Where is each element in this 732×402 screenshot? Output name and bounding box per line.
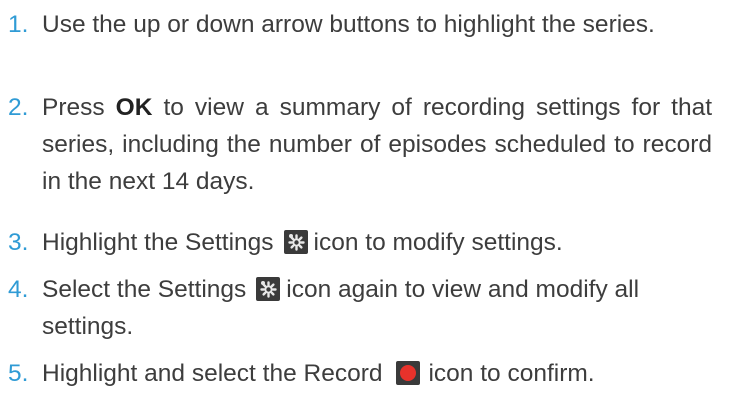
step-3: 3. Highlight the Settings icon to modify … (0, 224, 712, 261)
record-icon (396, 361, 421, 385)
step-number: 1. (8, 11, 29, 38)
step-text: Highlight and select the Record icon to c… (42, 360, 595, 387)
step-number: 2. (8, 94, 29, 121)
step-1: 1. Use the up or down arrow buttons to h… (0, 6, 712, 43)
step-number: 4. (8, 276, 29, 303)
step-number: 3. (8, 229, 29, 256)
step-number: 5. (8, 360, 29, 387)
instruction-list: 1. Use the up or down arrow buttons to h… (0, 0, 732, 402)
step-text: Use the up or down arrow buttons to high… (42, 11, 655, 38)
step-2: 2. Press OK to view a summary of recordi… (0, 89, 712, 200)
step-text: Highlight the Settings icon to modify set… (42, 229, 563, 256)
ok-button-label: OK (115, 94, 153, 121)
step-text: Select the Settings icon again to view an… (42, 276, 640, 340)
step-5: 5. Highlight and select the Record icon t… (0, 355, 712, 392)
step-4: 4. Select the Settings icon again to view… (0, 271, 712, 345)
settings-icon (256, 277, 281, 301)
settings-icon (283, 230, 308, 254)
step-text: Press OK to view a summary of recording … (42, 94, 712, 195)
